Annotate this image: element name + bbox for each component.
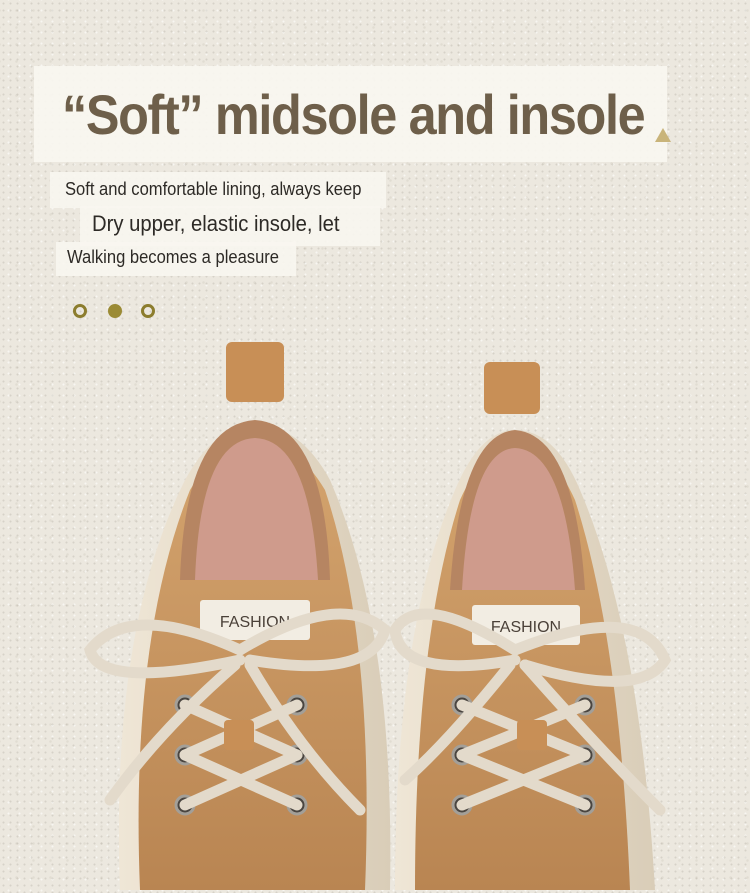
right-shoe: FASHION xyxy=(389,362,672,890)
carousel-dot-2[interactable] xyxy=(108,304,122,318)
left-heel-tab xyxy=(226,342,284,402)
right-heel-tab xyxy=(484,362,540,414)
carousel-dot-3[interactable] xyxy=(141,304,155,318)
left-shoe: FASHION xyxy=(83,342,392,890)
description-line-3: Walking becomes a pleasure xyxy=(67,247,280,267)
description-line-2: Dry upper, elastic insole, let xyxy=(92,211,340,236)
description-line-1: Soft and comfortable lining, always keep xyxy=(65,179,362,199)
product-photo: FASHION FASHION xyxy=(83,342,672,890)
headline: “Soft” midsole and insole xyxy=(62,83,646,146)
banner-corner-mark xyxy=(655,128,671,142)
left-tongue-loop xyxy=(224,720,254,750)
carousel-dot-1[interactable] xyxy=(73,304,87,318)
right-tongue-loop xyxy=(517,720,547,750)
